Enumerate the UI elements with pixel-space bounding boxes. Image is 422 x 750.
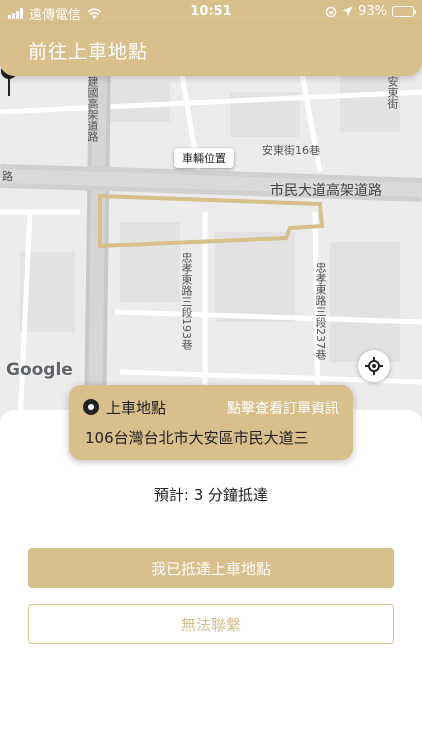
page-title: 前往上車地點 (28, 41, 149, 63)
pickup-info-card[interactable]: 上車地點 點擊查看訂單資訊 106台灣台北市大安區市民大道三 (69, 385, 353, 460)
crosshair-icon (365, 357, 383, 375)
pickup-label: 上車地點 (106, 399, 167, 417)
map-label-andong-16: 安東街16巷 (262, 144, 320, 157)
rotation-lock-icon (325, 6, 337, 17)
my-location-button[interactable] (358, 350, 390, 382)
battery-percent: 93% (358, 4, 387, 19)
map-label-jianguo-elevated: 建國高架道路 (86, 76, 99, 142)
map-label-andong: 安東街 (386, 76, 399, 109)
eta-text: 預計: 3 分鐘抵達 (153, 486, 269, 504)
cannot-contact-button[interactable]: 無法聯繫 (28, 604, 394, 644)
arrived-button[interactable]: 我已抵達上車地點 (28, 548, 394, 588)
map-label-zhongxiao-193: 忠孝東路三段193巷 (180, 252, 193, 350)
map-label-road-edge: 路 (2, 170, 13, 183)
map-label-zhongxiao-237: 忠孝東路三段237巷 (314, 262, 327, 360)
battery-icon (392, 6, 416, 17)
status-bar: 遠傳電信 10:51 93% (0, 0, 422, 24)
google-logo: Google (6, 360, 73, 380)
location-arrow-icon (342, 6, 353, 17)
map-label-civic-boulevard: 市民大道高架道路 (270, 183, 382, 199)
pickup-point-icon (83, 399, 99, 415)
view-order-link[interactable]: 點擊查看訂單資訊 (227, 398, 339, 418)
status-right: 93% (325, 4, 416, 19)
pickup-address: 106台灣台北市大安區市民大道三 (85, 429, 309, 447)
header: 前往上車地點 (0, 24, 422, 76)
vehicle-location-tag: 車輛位置 (174, 148, 234, 168)
